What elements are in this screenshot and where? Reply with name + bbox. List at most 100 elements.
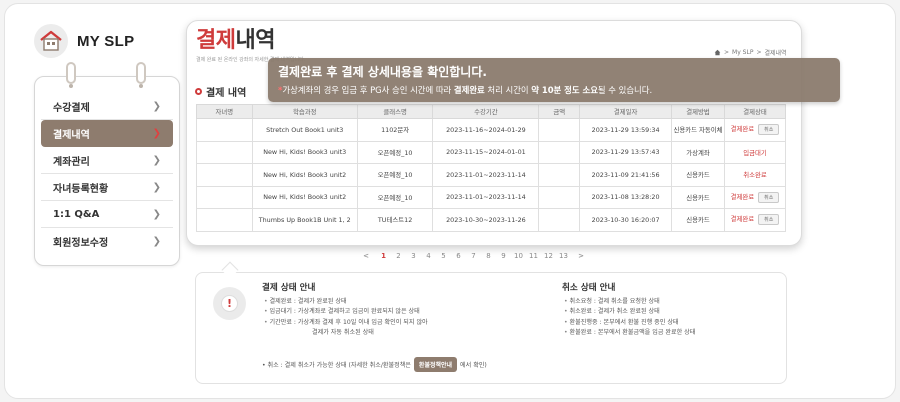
table-cell-class: 오픈예정_10 bbox=[356, 140, 434, 164]
breadcrumb-item[interactable]: My SLP bbox=[732, 49, 753, 56]
cancel-note: • 취소 : 결제 취소가 가능한 상태 (자세한 취소/환불정책은 환불정책안… bbox=[262, 357, 487, 372]
table-cell-date: 2023-11-29 13:57:43 bbox=[579, 140, 673, 164]
column-header: 결제일자 bbox=[579, 104, 673, 119]
table-cell-child bbox=[196, 185, 253, 209]
cancel-button[interactable]: 취소 bbox=[758, 124, 780, 136]
page-title-rest: 내역 bbox=[235, 28, 275, 53]
page-link[interactable]: 4 bbox=[421, 252, 436, 260]
status-badge: 입금대기 bbox=[743, 148, 767, 157]
page-link[interactable]: 6 bbox=[451, 252, 466, 260]
table-cell-status: 결제완료 취소 bbox=[724, 208, 786, 232]
refund-policy-button[interactable]: 환불정책안내 bbox=[413, 357, 458, 372]
chevron-right-icon: ❯ bbox=[152, 100, 161, 112]
table-cell-child bbox=[196, 140, 253, 164]
sidebar-item-label: 계좌관리 bbox=[53, 156, 90, 168]
cancel-status-item: 취소요청 : 결제 취소를 요청한 상태 bbox=[564, 297, 695, 307]
table-cell-date: 2023-11-09 21:41:56 bbox=[579, 163, 673, 187]
table-row: New Hi, Kids! Book3 unit3 오픈예정_10 2023-11-… bbox=[196, 140, 786, 164]
table-cell-child bbox=[196, 163, 253, 187]
prev-page-icon[interactable]: < bbox=[356, 252, 376, 260]
home-icon[interactable] bbox=[714, 49, 721, 56]
cancel-button[interactable]: 취소 bbox=[758, 191, 780, 203]
sidebar-item-label: 1:1 Q&A bbox=[53, 208, 100, 220]
table-cell-class: TU테스트12 bbox=[356, 208, 434, 232]
chevron-right-icon: ❯ bbox=[152, 154, 161, 166]
payment-status-item: 기간만료 : 가상계좌 결제 후 10일 이내 입금 확인이 되지 않아 bbox=[264, 318, 428, 328]
table-cell-course: Stretch Out Book1 unit3 bbox=[251, 118, 358, 142]
page-link[interactable]: 9 bbox=[496, 252, 511, 260]
table-cell-method: 가상계좌 bbox=[671, 140, 726, 164]
column-header: 자녀명 bbox=[196, 104, 253, 119]
table-cell-course: Thumbs Up Book1B Unit 1, 2 bbox=[251, 208, 358, 232]
table-cell-course: New Hi, Kids! Book3 unit2 bbox=[251, 163, 358, 187]
table-cell-date: 2023-10-30 16:20:07 bbox=[579, 208, 673, 232]
sidebar-item[interactable]: 자녀등록현황 ❯ bbox=[41, 174, 173, 201]
column-header: 결제방법 bbox=[671, 104, 726, 119]
cancel-status-item: 환불진행중 : 본부에서 환불 진행 중인 상태 bbox=[564, 318, 695, 328]
page-link[interactable]: 11 bbox=[526, 252, 541, 260]
pagination: <1 2 3 4 5 6 7 8 9 10 11 12 13 > bbox=[356, 252, 591, 260]
cancel-note-text: • 취소 : 결제 취소가 가능한 상태 (자세한 취소/환불정책은 bbox=[262, 362, 411, 369]
page-title: 결제내역 bbox=[196, 22, 275, 54]
sidebar-item[interactable]: 수강결제 ❯ bbox=[41, 93, 173, 120]
page-link[interactable]: 12 bbox=[541, 252, 556, 260]
tooltip-detail: *가상계좌의 경우 입금 후 PG사 승인 시간에 따라 결제완료 처리 시간이… bbox=[278, 85, 653, 95]
binder-ring-icon bbox=[66, 62, 76, 88]
status-badge: 결제완료 bbox=[730, 125, 755, 134]
table-cell-period: 2023-11-01~2023-11-14 bbox=[432, 163, 540, 187]
chevron-right-icon: ❯ bbox=[152, 128, 161, 139]
logo-text: MY SLP bbox=[77, 32, 135, 50]
chevron-right-icon: ❯ bbox=[152, 236, 161, 247]
table-cell-course: New Hi, Kids! Book3 unit2 bbox=[251, 185, 358, 209]
payment-status-item: 결제완료 : 결제가 완료된 상태 bbox=[264, 297, 428, 307]
table-row: Stretch Out Book1 unit3 1102문자 2023-11-16~… bbox=[196, 118, 786, 142]
page-link[interactable]: 13 bbox=[556, 252, 571, 260]
binder-rings bbox=[34, 62, 180, 92]
next-page-icon[interactable]: > bbox=[571, 252, 591, 260]
breadcrumb-item: 결제내역 bbox=[764, 50, 787, 57]
chevron-right-icon: ❯ bbox=[152, 181, 161, 193]
page-link[interactable]: 5 bbox=[436, 252, 451, 260]
table-cell-amount bbox=[538, 118, 581, 142]
info-tooltip: 결제완료 후 결제 상세내용을 확인합니다. *가상계좌의 경우 입금 후 PG… bbox=[268, 58, 840, 102]
table-cell-amount bbox=[538, 140, 581, 164]
sidebar-item[interactable]: 결제내역 ❯ bbox=[41, 120, 173, 147]
status-badge: 취소완료 bbox=[743, 171, 767, 180]
page-link[interactable]: 7 bbox=[466, 252, 481, 260]
table-row: Thumbs Up Book1B Unit 1, 2 TU테스트12 2023-10… bbox=[196, 208, 786, 232]
payment-status-item: 입금대기 : 가상계좌로 결제하고 입금이 완료되지 않은 상태 bbox=[264, 307, 428, 317]
page-link[interactable]: 3 bbox=[406, 252, 421, 260]
column-header: 수강기간 bbox=[432, 104, 540, 119]
sidebar-item[interactable]: 계좌관리 ❯ bbox=[41, 147, 173, 174]
cancel-status-item: 취소완료 : 결제가 취소 완료된 상태 bbox=[564, 307, 695, 317]
page-link[interactable]: 8 bbox=[481, 252, 496, 260]
section-label: 결제 내역 bbox=[195, 84, 246, 99]
table-cell-class: 1102문자 bbox=[356, 118, 434, 142]
logo[interactable]: MY SLP bbox=[34, 24, 134, 58]
page-link[interactable]: 10 bbox=[511, 252, 526, 260]
column-header: 결제상태 bbox=[724, 104, 786, 119]
table-cell-course: New Hi, Kids! Book3 unit3 bbox=[251, 140, 358, 164]
table-cell-status: 입금대기 bbox=[724, 140, 786, 164]
sidebar-item[interactable]: 회원정보수정 ❯ bbox=[41, 228, 173, 255]
table-cell-status: 취소완료 bbox=[724, 163, 786, 187]
breadcrumb: > My SLP > 결제내역 bbox=[714, 48, 787, 57]
sidebar-item[interactable]: 1:1 Q&A ❯ bbox=[41, 201, 173, 228]
circle-bullet-icon bbox=[195, 88, 202, 95]
section-label-text: 결제 내역 bbox=[206, 88, 247, 99]
page-link[interactable]: 1 bbox=[376, 252, 391, 260]
table-cell-amount bbox=[538, 185, 581, 209]
cancel-note-suffix: 에서 확인) bbox=[460, 362, 487, 369]
column-header: 학습과정 bbox=[251, 104, 358, 119]
sidebar-item-label: 자녀등록현황 bbox=[53, 183, 109, 195]
page-link[interactable]: 2 bbox=[391, 252, 406, 260]
table-body: Stretch Out Book1 unit3 1102문자 2023-11-16~… bbox=[196, 118, 786, 232]
cancel-button[interactable]: 취소 bbox=[758, 214, 780, 226]
sidebar-item-label: 회원정보수정 bbox=[53, 238, 109, 249]
table-cell-method: 신용카드 자동이체 bbox=[671, 118, 726, 142]
table-cell-amount bbox=[538, 163, 581, 187]
status-badge: 결제완료 bbox=[730, 192, 755, 201]
tooltip-heading: 결제완료 후 결제 상세내용을 확인합니다. bbox=[278, 65, 487, 79]
table-cell-period: 2023-10-30~2023-11-26 bbox=[432, 208, 540, 232]
payment-table: 자녀명 학습과정 클래스명 수강기간 금액 결제일자 결제방법 결제상태 Stretch Ou… bbox=[196, 104, 786, 232]
